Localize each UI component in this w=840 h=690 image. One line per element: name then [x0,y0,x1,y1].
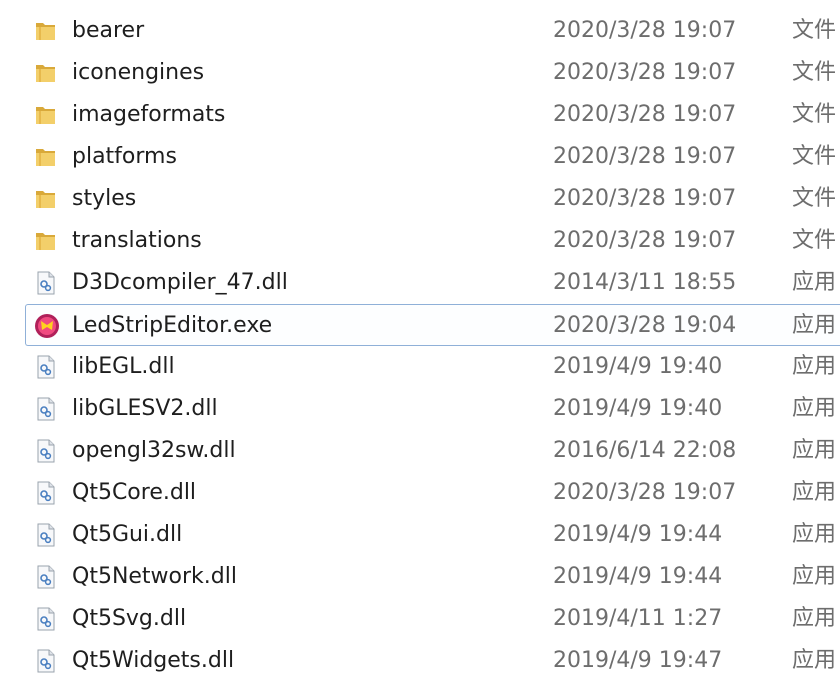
file-date: 2020/3/28 19:07 [553,144,737,169]
file-row[interactable]: opengl32sw.dll 2016/6/14 22:08 应用 [0,430,840,472]
file-date: 2020/3/28 19:07 [553,102,737,127]
dll-icon [33,606,59,632]
file-date: 2020/3/28 19:07 [553,18,737,43]
file-name: Qt5Network.dll [72,564,237,589]
file-name: libEGL.dll [72,354,175,379]
file-row[interactable]: styles 2020/3/28 19:07 文件 [0,178,840,220]
file-type: 应用 [792,438,837,463]
file-name: D3Dcompiler_47.dll [72,270,288,295]
file-type: 应用 [792,480,837,505]
folder-icon [33,18,59,44]
file-name: opengl32sw.dll [72,438,236,463]
dll-icon [33,438,59,464]
file-type: 文件 [792,186,837,211]
file-row[interactable]: bearer 2020/3/28 19:07 文件 [0,10,840,52]
file-type: 文件 [792,18,837,43]
dll-icon [33,354,59,380]
file-type: 应用 [792,564,837,589]
file-date: 2019/4/9 19:40 [553,354,723,379]
file-date: 2020/3/28 19:04 [553,313,737,338]
file-name: Qt5Gui.dll [72,522,183,547]
file-date: 2016/6/14 22:08 [553,438,737,463]
file-list: bearer 2020/3/28 19:07 文件 iconengines 20… [0,10,840,682]
file-name: bearer [72,18,145,43]
file-name: Qt5Core.dll [72,480,197,505]
file-date: 2020/3/28 19:07 [553,186,737,211]
file-name: libGLESV2.dll [72,396,218,421]
dll-icon [33,648,59,674]
file-name: styles [72,186,137,211]
file-row[interactable]: iconengines 2020/3/28 19:07 文件 [0,52,840,94]
file-name: LedStripEditor.exe [72,313,273,338]
file-type: 应用 [792,270,837,295]
file-date: 2014/3/11 18:55 [553,270,737,295]
file-row[interactable]: Qt5Widgets.dll 2019/4/9 19:47 应用 [0,640,840,682]
folder-icon [33,228,59,254]
file-date: 2019/4/11 1:27 [553,606,723,631]
folder-icon [33,102,59,128]
app-icon [34,313,60,339]
dll-icon [33,270,59,296]
file-name: translations [72,228,202,253]
file-type: 文件 [792,144,837,169]
file-row[interactable]: Qt5Svg.dll 2019/4/11 1:27 应用 [0,598,840,640]
file-date: 2019/4/9 19:47 [553,648,723,673]
folder-icon [33,186,59,212]
file-row[interactable]: Qt5Network.dll 2019/4/9 19:44 应用 [0,556,840,598]
file-row[interactable]: platforms 2020/3/28 19:07 文件 [0,136,840,178]
folder-icon [33,60,59,86]
file-name: Qt5Widgets.dll [72,648,235,673]
file-row[interactable]: translations 2020/3/28 19:07 文件 [0,220,840,262]
file-type: 应用 [792,313,837,338]
file-date: 2019/4/9 19:40 [553,396,723,421]
file-row[interactable]: libEGL.dll 2019/4/9 19:40 应用 [0,346,840,388]
file-row[interactable]: Qt5Core.dll 2020/3/28 19:07 应用 [0,472,840,514]
file-type: 应用 [792,522,837,547]
file-date: 2019/4/9 19:44 [553,522,723,547]
file-row[interactable]: libGLESV2.dll 2019/4/9 19:40 应用 [0,388,840,430]
file-row[interactable]: D3Dcompiler_47.dll 2014/3/11 18:55 应用 [0,262,840,304]
file-name: Qt5Svg.dll [72,606,187,631]
file-date: 2020/3/28 19:07 [553,228,737,253]
file-name: platforms [72,144,177,169]
folder-icon [33,144,59,170]
dll-icon [33,564,59,590]
file-type: 文件 [792,228,837,253]
dll-icon [33,522,59,548]
file-date: 2020/3/28 19:07 [553,480,737,505]
file-row[interactable]: Qt5Gui.dll 2019/4/9 19:44 应用 [0,514,840,556]
file-type: 应用 [792,354,837,379]
file-date: 2020/3/28 19:07 [553,60,737,85]
file-row[interactable]: imageformats 2020/3/28 19:07 文件 [0,94,840,136]
file-name: iconengines [72,60,205,85]
file-type: 文件 [792,102,837,127]
dll-icon [33,396,59,422]
file-row[interactable]: LedStripEditor.exe 2020/3/28 19:04 应用 [25,304,840,346]
dll-icon [33,480,59,506]
file-type: 应用 [792,648,837,673]
file-type: 应用 [792,606,837,631]
file-type: 应用 [792,396,837,421]
file-date: 2019/4/9 19:44 [553,564,723,589]
file-type: 文件 [792,60,837,85]
file-name: imageformats [72,102,226,127]
